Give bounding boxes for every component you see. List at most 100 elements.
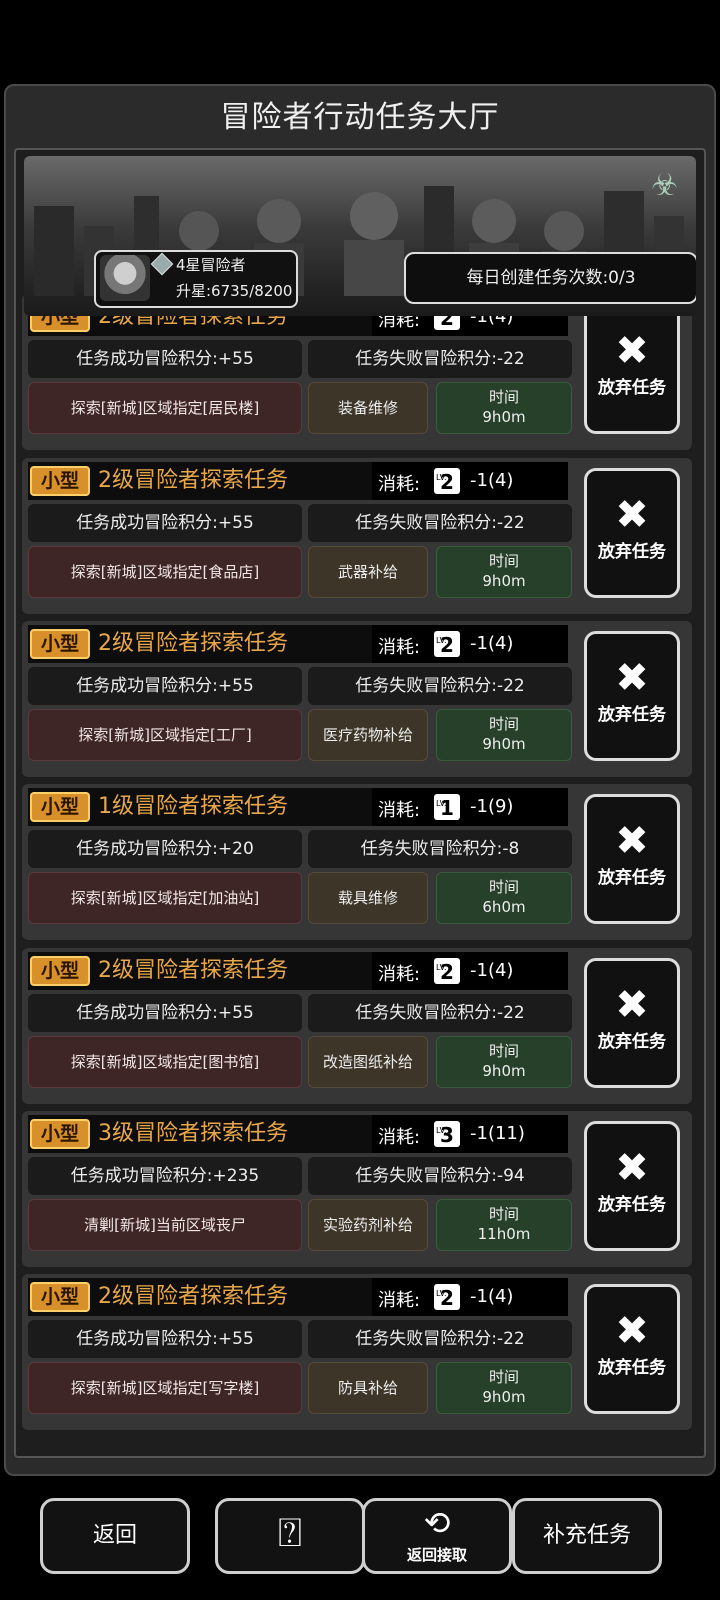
level-card-icon: LV.2 [434,631,460,657]
back-button[interactable]: 返回 [40,1498,190,1574]
task-header: 小型 2级冒险者探索任务 [28,462,372,500]
back-button-label: 返回 [92,1523,137,1548]
help-button[interactable]: ⍰ [215,1498,365,1574]
task-reward: 载具维修 [308,872,428,924]
task-card[interactable]: 小型2级冒险者探索任务消耗:LV.2-1(4)任务成功冒险积分:+55任务失败冒… [22,294,692,450]
avatar[interactable] [100,255,150,301]
task-name: 2级冒险者探索任务 [98,958,288,983]
task-time: 时间 6h0m [436,872,572,924]
refill-tasks-label: 补充任务 [542,1523,631,1548]
task-card[interactable]: 小型 2级冒险者探索任务 消耗: LV.2 -1(4) 任务成功冒险积分:+55任务失败冒… [22,621,692,777]
task-cost: 消耗: LV.2 -1(4) [372,462,568,500]
abandon-task-button[interactable]: ✖ 放弃任务 [584,1284,680,1414]
close-icon: ✖ [615,982,649,1028]
success-points: 任务成功冒险积分:+55 [28,1320,302,1358]
time-label: 时间 [488,1205,519,1223]
return-accept-button[interactable]: ⟲ 返回接取 [362,1498,512,1574]
task-target: 探索[新城]区域指定[写字楼] [28,1362,302,1414]
refill-tasks-button[interactable]: 补充任务 [512,1498,662,1574]
task-size-badge: 小型 [30,1282,90,1312]
task-size-badge: 小型 [30,466,90,496]
level-card-icon: LV.2 [434,468,460,494]
task-card[interactable]: 小型 1级冒险者探索任务 消耗: LV. 1 -1(9) 任务成功冒险积分:+20 任务失败冒… [22,784,692,940]
failure-points: 任务失败冒险积分:-8 [308,830,572,868]
cost-label: 消耗: [378,1127,421,1148]
task-reward: 改造图纸补给 [308,1036,428,1088]
close-icon: ✖ [615,655,649,701]
abandon-task-button[interactable]: ✖ 放弃任务 [584,304,680,434]
abandon-task-button[interactable]: ✖ 放弃任务 [584,1121,680,1251]
faction-logo-icon: ☣ [651,168,678,203]
lv-prefix: LV. [436,963,447,972]
return-arrow-icon: ⟲ [423,1504,451,1542]
task-reward: 武器补给 [308,546,428,598]
page-title: 冒险者行动任务大厅 [220,100,500,135]
success-points: 任务成功冒险积分:+55 [28,667,302,705]
task-header: 小型 1级冒险者探索任务 [28,788,372,826]
task-size-badge: 小型 [30,956,90,986]
task-list-container[interactable]: ☣ 4星冒险者 升星:6735/8200 每日创建任务次数:0/3 小型 2级冒险… [14,148,706,1458]
task-time: 时间 11h0m [436,1199,572,1251]
player-rank-box[interactable]: 4星冒险者 升星:6735/8200 [94,250,298,308]
level-card-icon: LV. 1 [434,794,460,820]
time-label: 时间 [488,552,519,570]
time-value: 9h0m [482,735,526,753]
close-icon: ✖ [615,328,649,374]
failure-points: 任务失败冒险积分:-22 [308,667,572,705]
help-map-icon: ⍰ [278,1510,302,1556]
close-icon: ✖ [615,818,649,864]
time-label: 时间 [488,878,519,896]
task-size-badge: 小型 [30,629,90,659]
abandon-task-button[interactable]: ✖ 放弃任务 [584,958,680,1088]
task-reward: 防具补给 [308,1362,428,1414]
success-points: 任务成功冒险积分:+20 [28,830,302,868]
abandon-task-label: 放弃任务 [598,1032,666,1052]
lv-prefix: LV. [436,636,447,645]
abandon-task-label: 放弃任务 [598,1195,666,1215]
task-cost: 消耗: LV.2 -1(4) [372,952,568,990]
task-cost: 消耗: LV. 1 -1(9) [372,788,568,826]
task-cost: 消耗: LV. 3 -1(11) [372,1115,568,1153]
failure-points: 任务失败冒险积分:-94 [308,1157,572,1195]
time-value: 9h0m [482,408,526,426]
upgrade-progress: 升星:6735/8200 [176,282,293,300]
task-card[interactable]: 小型2级冒险者探索任务消耗:LV.2-1(4)任务成功冒险积分:+55任务失败冒… [22,1274,692,1430]
task-reward: 医疗药物补给 [308,709,428,761]
task-target: 探索[新城]区域指定[工厂] [28,709,302,761]
cost-value: -1(11) [470,1123,525,1144]
task-header: 小型 2级冒险者探索任务 [28,952,372,990]
abandon-task-label: 放弃任务 [598,705,666,725]
abandon-task-button[interactable]: ✖ 放弃任务 [584,468,680,598]
task-target: 探索[新城]区域指定[加油站] [28,872,302,924]
success-points: 任务成功冒险积分:+55 [28,504,302,542]
cost-value: -1(4) [470,1286,514,1307]
abandon-task-label: 放弃任务 [598,378,666,398]
time-value: 9h0m [482,1388,526,1406]
time-label: 时间 [488,1042,519,1060]
cost-value: -1(4) [470,470,514,491]
abandon-task-label: 放弃任务 [598,1358,666,1378]
cost-value: -1(4) [470,960,514,981]
time-value: 6h0m [482,898,526,916]
task-target: 探索[新城]区域指定[居民楼] [28,382,302,434]
task-reward: 实验药剂补给 [308,1199,428,1251]
task-card[interactable]: 小型2级冒险者探索任务消耗:LV.2-1(4)任务成功冒险积分:+55任务失败冒… [22,458,692,614]
task-time: 时间 9h0m [436,1036,572,1088]
player-rank: 4星冒险者 [176,256,246,274]
task-time: 时间 9h0m [436,382,572,434]
bottom-toolbar: 返回 ⍰ ⟲ 返回接取 补充任务 [0,1490,720,1600]
task-card[interactable]: 小型2级冒险者探索任务消耗:LV.2-1(4)任务成功冒险积分:+55任务失败冒… [22,948,692,1104]
task-name: 2级冒险者探索任务 [98,631,288,656]
success-points: 任务成功冒险积分:+55 [28,340,302,378]
task-target: 探索[新城]区域指定[图书馆] [28,1036,302,1088]
time-value: 11h0m [477,1225,531,1243]
cost-label: 消耗: [378,637,421,658]
task-card[interactable]: 小型 3级冒险者探索任务 消耗: LV. 3 -1(11) 任务成功冒险积分:+235 任务失… [22,1111,692,1267]
abandon-task-button[interactable]: ✖ 放弃任务 [584,794,680,924]
cost-value: -1(4) [470,633,514,654]
time-value: 9h0m [482,1062,526,1080]
task-name: 2级冒险者探索任务 [98,1284,288,1309]
lv-prefix: LV. [436,473,447,482]
abandon-task-button[interactable]: ✖ 放弃任务 [584,631,680,761]
success-points: 任务成功冒险积分:+55 [28,994,302,1032]
